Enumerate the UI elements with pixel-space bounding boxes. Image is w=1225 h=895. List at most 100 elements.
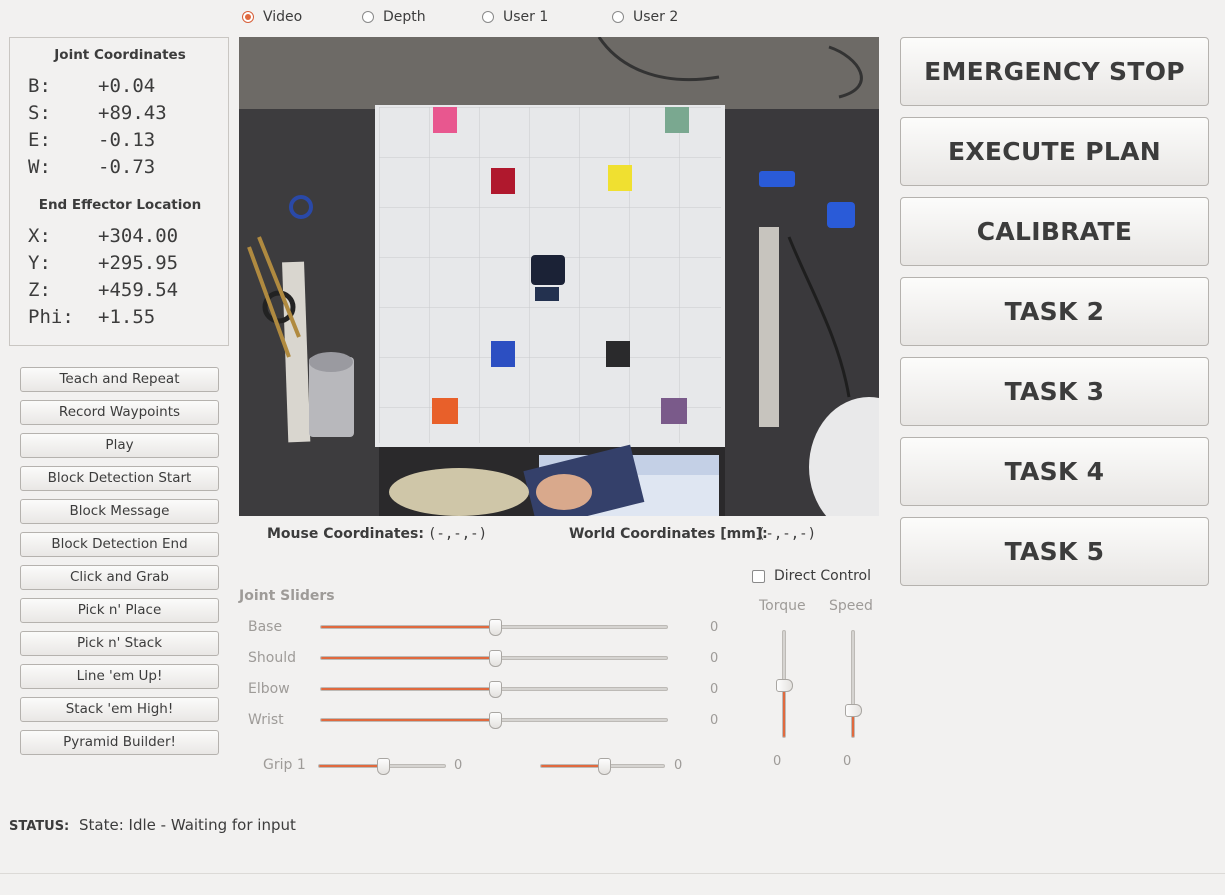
- world-coordinates-label: World Coordinates [mm]:: [569, 526, 768, 542]
- joint-value: -0.13: [98, 129, 156, 151]
- mouse-coordinates-value: (-,-,-): [428, 526, 488, 542]
- direct-control-checkbox[interactable]: [752, 570, 765, 583]
- joint-row-w: W: -0.73: [28, 154, 155, 180]
- joint-value: +89.43: [98, 102, 167, 124]
- task-5-button[interactable]: TASK 5: [900, 517, 1209, 586]
- joint-row-b: B: +0.04: [28, 73, 155, 99]
- ee-value: +304.00: [98, 225, 179, 247]
- line-em-up-button[interactable]: Line 'em Up!: [20, 664, 219, 689]
- radio-user2[interactable]: User 2: [612, 8, 678, 26]
- execute-plan-button[interactable]: EXECUTE PLAN: [900, 117, 1209, 186]
- ee-label: X:: [28, 225, 51, 247]
- wrist-slider-label: Wrist: [248, 712, 284, 728]
- slider-handle[interactable]: [489, 681, 502, 698]
- radio-label: Video: [263, 9, 303, 25]
- record-waypoints-button[interactable]: Record Waypoints: [20, 400, 219, 425]
- slider-handle[interactable]: [489, 712, 502, 729]
- ee-label: Phi:: [28, 306, 74, 328]
- should-slider-value: 0: [710, 651, 719, 666]
- pyramid-builder-button[interactable]: Pyramid Builder!: [20, 730, 219, 755]
- torque-slider[interactable]: [776, 630, 793, 738]
- status-label: STATUS:: [9, 819, 70, 834]
- speed-slider[interactable]: [845, 630, 862, 738]
- slider-fill: [321, 657, 495, 659]
- slider-handle[interactable]: [489, 619, 502, 636]
- torque-value: 0: [773, 754, 782, 769]
- status-divider: [0, 873, 1225, 874]
- grip2-slider-value: 0: [674, 758, 683, 773]
- wrist-slider-value: 0: [710, 713, 719, 728]
- radio-user1[interactable]: User 1: [482, 8, 548, 26]
- slider-handle[interactable]: [598, 758, 611, 775]
- grip1-slider-value: 0: [454, 758, 463, 773]
- radio-indicator: [482, 11, 494, 23]
- slider-fill: [319, 765, 383, 767]
- radio-label: User 1: [503, 9, 549, 25]
- base-slider-value: 0: [710, 620, 719, 635]
- slider-handle[interactable]: [377, 758, 390, 775]
- elbow-slider-label: Elbow: [248, 681, 290, 697]
- ee-row-x: X: +304.00: [28, 223, 178, 249]
- ee-value: +1.55: [98, 306, 156, 328]
- calibrate-button[interactable]: CALIBRATE: [900, 197, 1209, 266]
- camera-scene-image: [239, 37, 879, 516]
- click-and-grab-button[interactable]: Click and Grab: [20, 565, 219, 590]
- radio-depth[interactable]: Depth: [362, 8, 426, 26]
- grip2-slider[interactable]: [540, 758, 665, 775]
- block-detection-start-button[interactable]: Block Detection Start: [20, 466, 219, 491]
- world-coordinates-value: (-,-,-): [757, 526, 817, 542]
- pick-n-place-button[interactable]: Pick n' Place: [20, 598, 219, 623]
- task-3-button[interactable]: TASK 3: [900, 357, 1209, 426]
- speed-label: Speed: [829, 598, 873, 614]
- joint-value: -0.73: [98, 156, 156, 178]
- torque-label: Torque: [759, 598, 806, 614]
- emergency-stop-button[interactable]: EMERGENCY STOP: [900, 37, 1209, 106]
- radio-video[interactable]: Video: [242, 8, 302, 26]
- joint-value: +0.04: [98, 75, 156, 97]
- play-button[interactable]: Play: [20, 433, 219, 458]
- radio-label: User 2: [633, 9, 679, 25]
- radio-indicator: [362, 11, 374, 23]
- mouse-coordinates-label: Mouse Coordinates:: [267, 526, 424, 542]
- teach-and-repeat-button[interactable]: Teach and Repeat: [20, 367, 219, 392]
- radio-label: Depth: [383, 9, 426, 25]
- ee-value: +459.54: [98, 279, 179, 301]
- joint-coordinates-title: Joint Coordinates: [54, 47, 186, 63]
- coordinates-panel: Joint Coordinates B: +0.04 S: +89.43 E: -0.…: [9, 37, 229, 346]
- ee-label: Y:: [28, 252, 51, 274]
- base-slider[interactable]: [320, 619, 668, 636]
- slider-handle[interactable]: [845, 704, 862, 717]
- joint-sliders-title: Joint Sliders: [239, 588, 335, 604]
- elbow-slider-value: 0: [710, 682, 719, 697]
- ee-label: Z:: [28, 279, 51, 301]
- should-slider-label: Should: [248, 650, 296, 666]
- slider-fill: [321, 688, 495, 690]
- block-message-button[interactable]: Block Message: [20, 499, 219, 524]
- task-4-button[interactable]: TASK 4: [900, 437, 1209, 506]
- joint-label: W:: [28, 156, 51, 178]
- grip1-slider[interactable]: [318, 758, 446, 775]
- joint-label: S:: [28, 102, 51, 124]
- radio-indicator: [242, 11, 254, 23]
- pick-n-stack-button[interactable]: Pick n' Stack: [20, 631, 219, 656]
- should-slider[interactable]: [320, 650, 668, 667]
- joint-row-e: E: -0.13: [28, 127, 155, 153]
- camera-video-feed[interactable]: [239, 37, 879, 516]
- slider-handle[interactable]: [776, 679, 793, 692]
- ee-row-y: Y: +295.95: [28, 250, 178, 276]
- task-2-button[interactable]: TASK 2: [900, 277, 1209, 346]
- elbow-slider[interactable]: [320, 681, 668, 698]
- ee-row-phi: Phi: +1.55: [28, 304, 155, 330]
- stack-em-high-button[interactable]: Stack 'em High!: [20, 697, 219, 722]
- speed-value: 0: [843, 754, 852, 769]
- end-effector-title: End Effector Location: [38, 197, 202, 213]
- wrist-slider[interactable]: [320, 712, 668, 729]
- joint-label: B:: [28, 75, 51, 97]
- joint-label: E:: [28, 129, 51, 151]
- slider-fill: [321, 719, 495, 721]
- slider-handle[interactable]: [489, 650, 502, 667]
- ee-row-z: Z: +459.54: [28, 277, 178, 303]
- ee-value: +295.95: [98, 252, 179, 274]
- block-detection-end-button[interactable]: Block Detection End: [20, 532, 219, 557]
- status-text: State: Idle - Waiting for input: [79, 816, 296, 834]
